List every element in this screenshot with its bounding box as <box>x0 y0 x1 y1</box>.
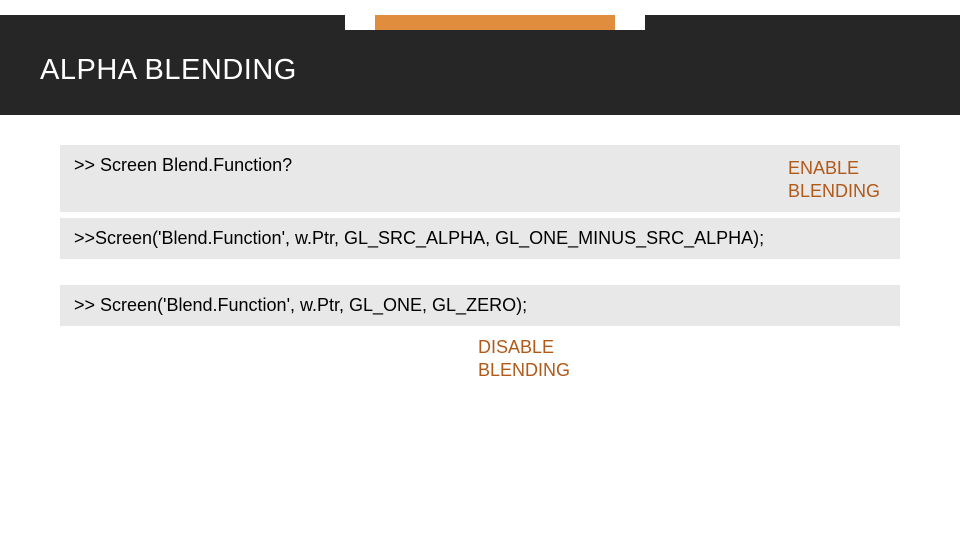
spacer <box>0 265 960 285</box>
code-line: >> Screen Blend.Function? ENABLE BLENDIN… <box>60 145 900 212</box>
label-text: BLENDING <box>478 360 570 380</box>
bar-segment-orange <box>375 15 615 30</box>
slide-title: ALPHA BLENDING <box>40 54 920 87</box>
header-decorative-bar <box>0 0 960 30</box>
enable-blending-label: ENABLE BLENDING <box>788 157 886 202</box>
label-text: BLENDING <box>788 181 880 201</box>
bar-gap <box>345 0 375 30</box>
bar-segment-dark-left <box>0 15 345 30</box>
title-block: ALPHA BLENDING <box>0 30 960 115</box>
code-line: >> Screen('Blend.Function', w.Ptr, GL_ON… <box>60 285 900 326</box>
code-text: >> Screen('Blend.Function', w.Ptr, GL_ON… <box>74 295 527 315</box>
label-text: ENABLE <box>788 158 859 178</box>
bar-gap <box>615 0 645 30</box>
code-text: >> Screen Blend.Function? <box>74 155 292 176</box>
label-text: DISABLE <box>478 337 554 357</box>
bar-segment-dark-right <box>645 15 960 30</box>
content-area: >> Screen Blend.Function? ENABLE BLENDIN… <box>0 115 960 381</box>
disable-blending-label: DISABLE BLENDING <box>478 336 960 381</box>
code-text: >>Screen('Blend.Function', w.Ptr, GL_SRC… <box>74 228 764 248</box>
code-line: >>Screen('Blend.Function', w.Ptr, GL_SRC… <box>60 218 900 259</box>
